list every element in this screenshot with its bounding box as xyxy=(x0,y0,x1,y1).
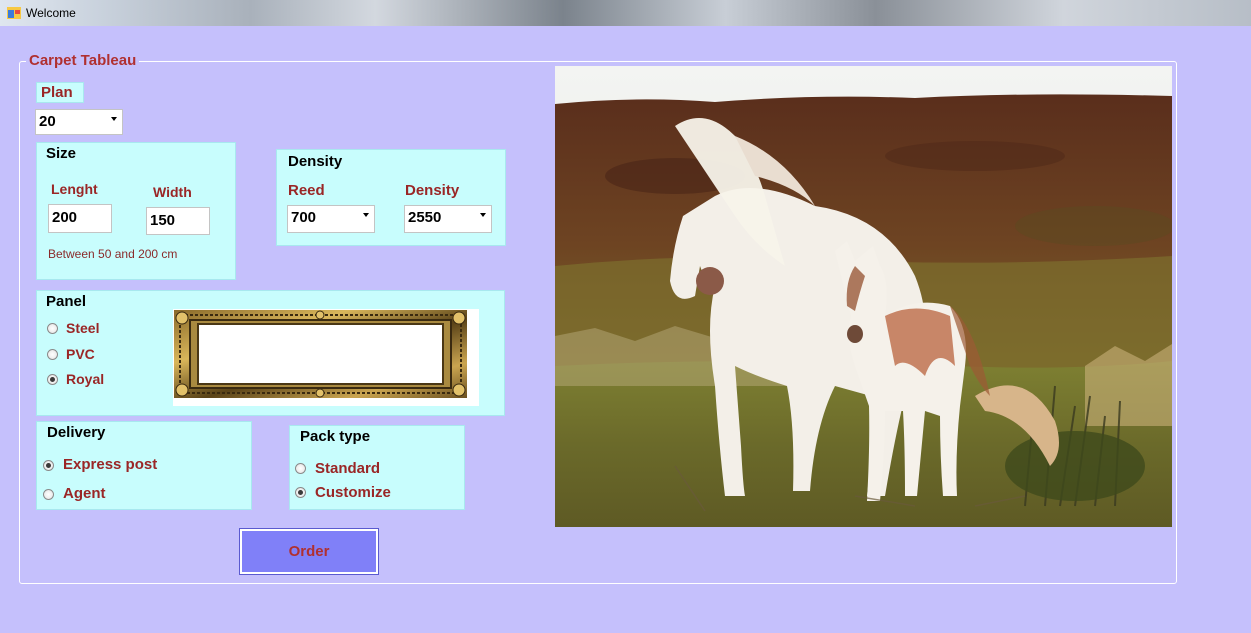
plan-select[interactable]: 20 xyxy=(35,109,123,135)
order-button-label: Order xyxy=(288,543,330,560)
panel-title: Panel xyxy=(46,293,87,310)
carpet-tableau-title: Carpet Tableau xyxy=(26,52,140,69)
horses-photo xyxy=(555,66,1172,527)
agent-label: Agent xyxy=(63,485,106,502)
customize-radio[interactable] xyxy=(295,487,306,498)
width-input[interactable]: 150 xyxy=(146,207,210,235)
agent-radio[interactable] xyxy=(43,489,54,500)
size-hint: Between 50 and 200 cm xyxy=(48,247,178,261)
reed-value: 700 xyxy=(291,209,317,226)
standard-radio[interactable] xyxy=(295,463,306,474)
length-value: 200 xyxy=(52,209,78,226)
dropdown-arrow-icon xyxy=(480,213,486,217)
royal-radio[interactable] xyxy=(47,374,58,385)
express-label: Express post xyxy=(63,456,158,473)
delivery-panel: Delivery Express post Agent xyxy=(36,421,252,510)
panel-type-panel: Panel Steel PVC Royal xyxy=(36,290,505,416)
width-value: 150 xyxy=(150,212,176,229)
density-title: Density xyxy=(288,153,343,170)
customize-label: Customize xyxy=(315,484,391,501)
plan-label: Plan xyxy=(41,84,73,101)
size-panel: Size Lenght Width 200 150 Between 50 and… xyxy=(36,142,236,280)
dropdown-arrow-icon xyxy=(363,213,369,217)
density-panel: Density Reed Density 700 2550 xyxy=(276,149,506,246)
size-title: Size xyxy=(46,145,77,162)
pack-type-panel: Pack type Standard Customize xyxy=(289,425,465,510)
width-label: Width xyxy=(153,184,192,200)
window-title: Welcome xyxy=(26,6,76,20)
length-input[interactable]: 200 xyxy=(48,204,112,233)
pvc-radio[interactable] xyxy=(47,349,58,360)
standard-label: Standard xyxy=(315,460,381,477)
app-window-icon xyxy=(7,7,21,19)
order-button[interactable]: Order xyxy=(239,528,379,575)
plan-value: 20 xyxy=(39,113,56,130)
window-titlebar[interactable]: Welcome xyxy=(0,0,1251,26)
length-label: Lenght xyxy=(51,181,98,197)
carpet-preview-image xyxy=(555,66,1172,527)
frame-preview-box xyxy=(173,309,479,406)
delivery-title: Delivery xyxy=(47,424,106,441)
dropdown-arrow-icon xyxy=(111,117,117,121)
express-radio[interactable] xyxy=(43,460,54,471)
density-select[interactable]: 2550 xyxy=(404,205,492,233)
pvc-label: PVC xyxy=(66,346,95,362)
density-value: 2550 xyxy=(408,209,442,226)
pack-type-title: Pack type xyxy=(300,428,371,445)
density-label: Density xyxy=(405,182,460,199)
steel-label: Steel xyxy=(66,320,100,336)
reed-label: Reed xyxy=(288,182,325,199)
reed-select[interactable]: 700 xyxy=(287,205,375,233)
plan-label-panel: Plan xyxy=(36,82,84,103)
ornate-frame-preview xyxy=(174,310,467,398)
steel-radio[interactable] xyxy=(47,323,58,334)
royal-label: Royal xyxy=(66,371,105,387)
